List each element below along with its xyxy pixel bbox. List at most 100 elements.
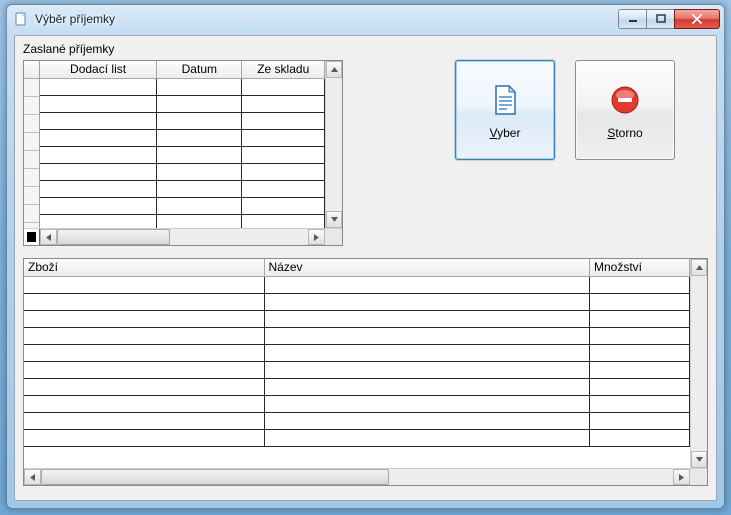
vscrollbar[interactable]: [690, 259, 707, 468]
table-cell[interactable]: [264, 361, 590, 378]
table-cell[interactable]: [157, 180, 242, 197]
table-cell[interactable]: [264, 310, 590, 327]
table-cell[interactable]: [242, 197, 325, 214]
table-row[interactable]: [24, 276, 690, 293]
table-cell[interactable]: [24, 378, 264, 395]
table-cell[interactable]: [264, 412, 590, 429]
table-cell[interactable]: [40, 95, 157, 112]
table-cell[interactable]: [24, 293, 264, 310]
table-cell[interactable]: [242, 180, 325, 197]
scroll-right-button[interactable]: [308, 229, 325, 245]
col-nazev[interactable]: Název: [264, 259, 590, 276]
scroll-down-button[interactable]: [326, 211, 342, 228]
table-cell[interactable]: [157, 112, 242, 129]
minimize-button[interactable]: [618, 9, 646, 29]
table-row[interactable]: [40, 112, 325, 129]
row-header[interactable]: [24, 115, 39, 133]
table-cell[interactable]: [24, 310, 264, 327]
table-cell[interactable]: [24, 395, 264, 412]
cancel-button[interactable]: Storno: [575, 60, 675, 160]
close-button[interactable]: [674, 9, 720, 29]
hscroll-track[interactable]: [41, 469, 673, 485]
scroll-track[interactable]: [326, 78, 342, 211]
items-table[interactable]: Zboží Název Množství: [24, 259, 690, 447]
table-row[interactable]: [24, 327, 690, 344]
hscrollbar[interactable]: [24, 228, 342, 245]
hscroll-thumb[interactable]: [57, 229, 170, 245]
table-row[interactable]: [24, 344, 690, 361]
table-row[interactable]: [40, 180, 325, 197]
table-row[interactable]: [40, 197, 325, 214]
table-cell[interactable]: [590, 344, 690, 361]
table-row[interactable]: [40, 129, 325, 146]
scroll-down-button[interactable]: [691, 451, 707, 468]
table-cell[interactable]: [590, 276, 690, 293]
scroll-right-button[interactable]: [673, 469, 690, 485]
table-cell[interactable]: [590, 412, 690, 429]
table-row[interactable]: [24, 429, 690, 446]
table-cell[interactable]: [264, 276, 590, 293]
row-header[interactable]: [24, 151, 39, 169]
table-cell[interactable]: [242, 95, 325, 112]
hscrollbar[interactable]: [24, 468, 707, 485]
table-cell[interactable]: [157, 163, 242, 180]
table-row[interactable]: [24, 361, 690, 378]
table-cell[interactable]: [264, 429, 590, 446]
table-cell[interactable]: [242, 78, 325, 95]
row-header[interactable]: [24, 205, 39, 223]
table-cell[interactable]: [264, 293, 590, 310]
table-cell[interactable]: [590, 429, 690, 446]
titlebar[interactable]: Výběr příjemky: [7, 5, 724, 33]
table-cell[interactable]: [590, 327, 690, 344]
table-cell[interactable]: [264, 395, 590, 412]
table-cell[interactable]: [24, 429, 264, 446]
row-header[interactable]: [24, 187, 39, 205]
table-row[interactable]: [24, 293, 690, 310]
table-cell[interactable]: [24, 412, 264, 429]
table-row[interactable]: [40, 78, 325, 95]
table-cell[interactable]: [590, 378, 690, 395]
table-cell[interactable]: [40, 112, 157, 129]
scroll-track[interactable]: [691, 276, 707, 451]
table-cell[interactable]: [40, 78, 157, 95]
table-cell[interactable]: [40, 163, 157, 180]
row-header[interactable]: [24, 97, 39, 115]
table-cell[interactable]: [264, 378, 590, 395]
maximize-button[interactable]: [646, 9, 674, 29]
table-cell[interactable]: [242, 163, 325, 180]
table-cell[interactable]: [24, 361, 264, 378]
table-cell[interactable]: [242, 129, 325, 146]
col-mnozstvi[interactable]: Množství: [590, 259, 690, 276]
table-cell[interactable]: [40, 129, 157, 146]
table-cell[interactable]: [590, 361, 690, 378]
table-row[interactable]: [40, 214, 325, 228]
col-datum[interactable]: Datum: [157, 61, 242, 78]
scroll-up-button[interactable]: [691, 259, 707, 276]
table-cell[interactable]: [590, 293, 690, 310]
hscroll-track[interactable]: [57, 229, 308, 245]
col-ze-skladu[interactable]: Ze skladu: [242, 61, 325, 78]
table-row[interactable]: [24, 378, 690, 395]
receipts-grid[interactable]: Dodací list Datum Ze skladu: [23, 60, 343, 246]
table-cell[interactable]: [24, 276, 264, 293]
vscrollbar[interactable]: [325, 61, 342, 228]
table-cell[interactable]: [157, 129, 242, 146]
table-row[interactable]: [40, 146, 325, 163]
table-cell[interactable]: [40, 180, 157, 197]
table-cell[interactable]: [157, 95, 242, 112]
table-cell[interactable]: [157, 146, 242, 163]
table-cell[interactable]: [242, 146, 325, 163]
row-header[interactable]: [24, 133, 39, 151]
table-row[interactable]: [24, 310, 690, 327]
table-cell[interactable]: [590, 395, 690, 412]
table-cell[interactable]: [242, 214, 325, 228]
table-cell[interactable]: [242, 112, 325, 129]
table-cell[interactable]: [24, 327, 264, 344]
table-cell[interactable]: [590, 310, 690, 327]
table-cell[interactable]: [264, 344, 590, 361]
scroll-up-button[interactable]: [326, 61, 342, 78]
table-cell[interactable]: [40, 197, 157, 214]
hscroll-thumb[interactable]: [41, 469, 389, 485]
table-cell[interactable]: [40, 214, 157, 228]
table-cell[interactable]: [24, 344, 264, 361]
